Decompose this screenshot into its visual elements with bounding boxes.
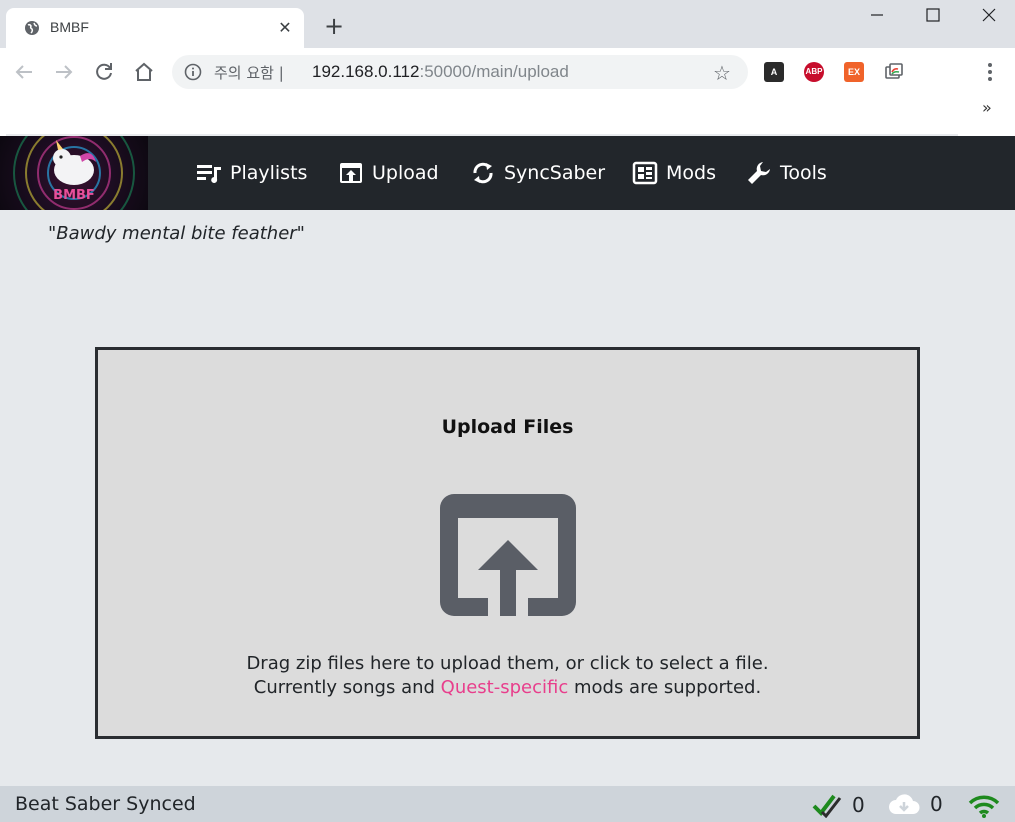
upload-title: Upload Files bbox=[441, 416, 574, 438]
forward-icon[interactable] bbox=[52, 60, 76, 84]
nav-tools[interactable]: Tools bbox=[746, 158, 827, 188]
upload-line-1: Drag zip files here to upload them, or c… bbox=[246, 653, 769, 674]
nav-playlists[interactable]: Playlists bbox=[196, 158, 307, 188]
upload-line-2: Currently songs and Quest-specific mods … bbox=[253, 677, 762, 698]
bmbf-logo[interactable]: BMBF bbox=[0, 136, 148, 210]
playlist-icon bbox=[197, 165, 221, 183]
tagline-quote: "Bawdy mental bite feather" bbox=[48, 223, 305, 244]
new-tab-button[interactable]: + bbox=[322, 14, 346, 38]
url-text[interactable]: 192.168.0.112:50000/main/upload bbox=[312, 62, 569, 82]
minimize-icon[interactable] bbox=[866, 4, 888, 26]
address-bar[interactable]: 주의 요함 | 192.168.0.112:50000/main/upload … bbox=[172, 55, 748, 89]
mods-icon bbox=[632, 161, 658, 185]
tab-close-icon[interactable]: ✕ bbox=[276, 19, 294, 37]
nav-tools-label: Tools bbox=[780, 162, 827, 184]
nav-playlists-label: Playlists bbox=[230, 162, 308, 184]
globe-icon bbox=[25, 21, 39, 35]
nav-upload-label: Upload bbox=[372, 162, 439, 184]
nav-syncsaber-label: SyncSaber bbox=[504, 162, 606, 184]
logo-art: BMBF bbox=[13, 136, 135, 210]
wifi-icon bbox=[968, 795, 1000, 818]
double-check-icon bbox=[812, 794, 842, 818]
nav-mods-label: Mods bbox=[666, 162, 716, 184]
maximize-icon[interactable] bbox=[922, 4, 944, 26]
extension-ex-icon[interactable]: EX bbox=[844, 62, 864, 82]
completed-count: 0 bbox=[852, 793, 865, 817]
security-label[interactable]: 주의 요함 | bbox=[214, 62, 284, 83]
nav-upload[interactable]: Upload bbox=[338, 158, 439, 188]
home-icon[interactable] bbox=[132, 60, 156, 84]
upload-instructions: Drag zip files here to upload them, or c… bbox=[98, 652, 917, 700]
cast-icon[interactable] bbox=[884, 62, 904, 82]
completed-counter: 0 bbox=[812, 792, 865, 818]
tab-title: BMBF bbox=[50, 19, 89, 35]
browser-toolbar: 주의 요함 | 192.168.0.112:50000/main/upload … bbox=[0, 48, 1015, 136]
browser-tab[interactable]: BMBF ✕ bbox=[6, 8, 304, 48]
download-count: 0 bbox=[930, 792, 943, 816]
adblock-plus-icon[interactable]: ABP bbox=[804, 62, 824, 82]
sync-status-text: Beat Saber Synced bbox=[15, 793, 196, 815]
app-navbar: BMBF Playlists Upload SyncSaber Mods Too… bbox=[0, 136, 1015, 210]
upload-dropzone[interactable]: Upload Files Drag zip files here to uplo… bbox=[95, 347, 920, 739]
reload-icon[interactable] bbox=[92, 60, 116, 84]
browser-tabstrip: BMBF ✕ + bbox=[0, 0, 1015, 48]
nav-mods[interactable]: Mods bbox=[632, 158, 716, 188]
download-counter: 0 bbox=[888, 792, 943, 816]
bookmark-star-icon[interactable]: ☆ bbox=[713, 61, 731, 85]
status-bar: Beat Saber Synced 0 0 bbox=[0, 786, 1015, 822]
upload-box-icon bbox=[440, 494, 576, 616]
bookmarks-overflow-icon[interactable]: » bbox=[982, 98, 992, 117]
window-close-icon[interactable] bbox=[978, 4, 1000, 26]
nav-syncsaber[interactable]: SyncSaber bbox=[470, 158, 605, 188]
extension-a-icon[interactable]: A bbox=[764, 62, 784, 82]
browser-menu-icon[interactable] bbox=[982, 60, 998, 84]
back-icon[interactable] bbox=[12, 60, 36, 84]
wrench-icon bbox=[748, 162, 770, 184]
upload-icon bbox=[340, 163, 362, 183]
quest-specific-link[interactable]: Quest-specific bbox=[441, 677, 569, 698]
sync-icon bbox=[473, 162, 493, 184]
info-icon[interactable] bbox=[184, 63, 202, 81]
logo-text: BMBF bbox=[53, 188, 95, 203]
cloud-download-icon bbox=[889, 794, 920, 814]
